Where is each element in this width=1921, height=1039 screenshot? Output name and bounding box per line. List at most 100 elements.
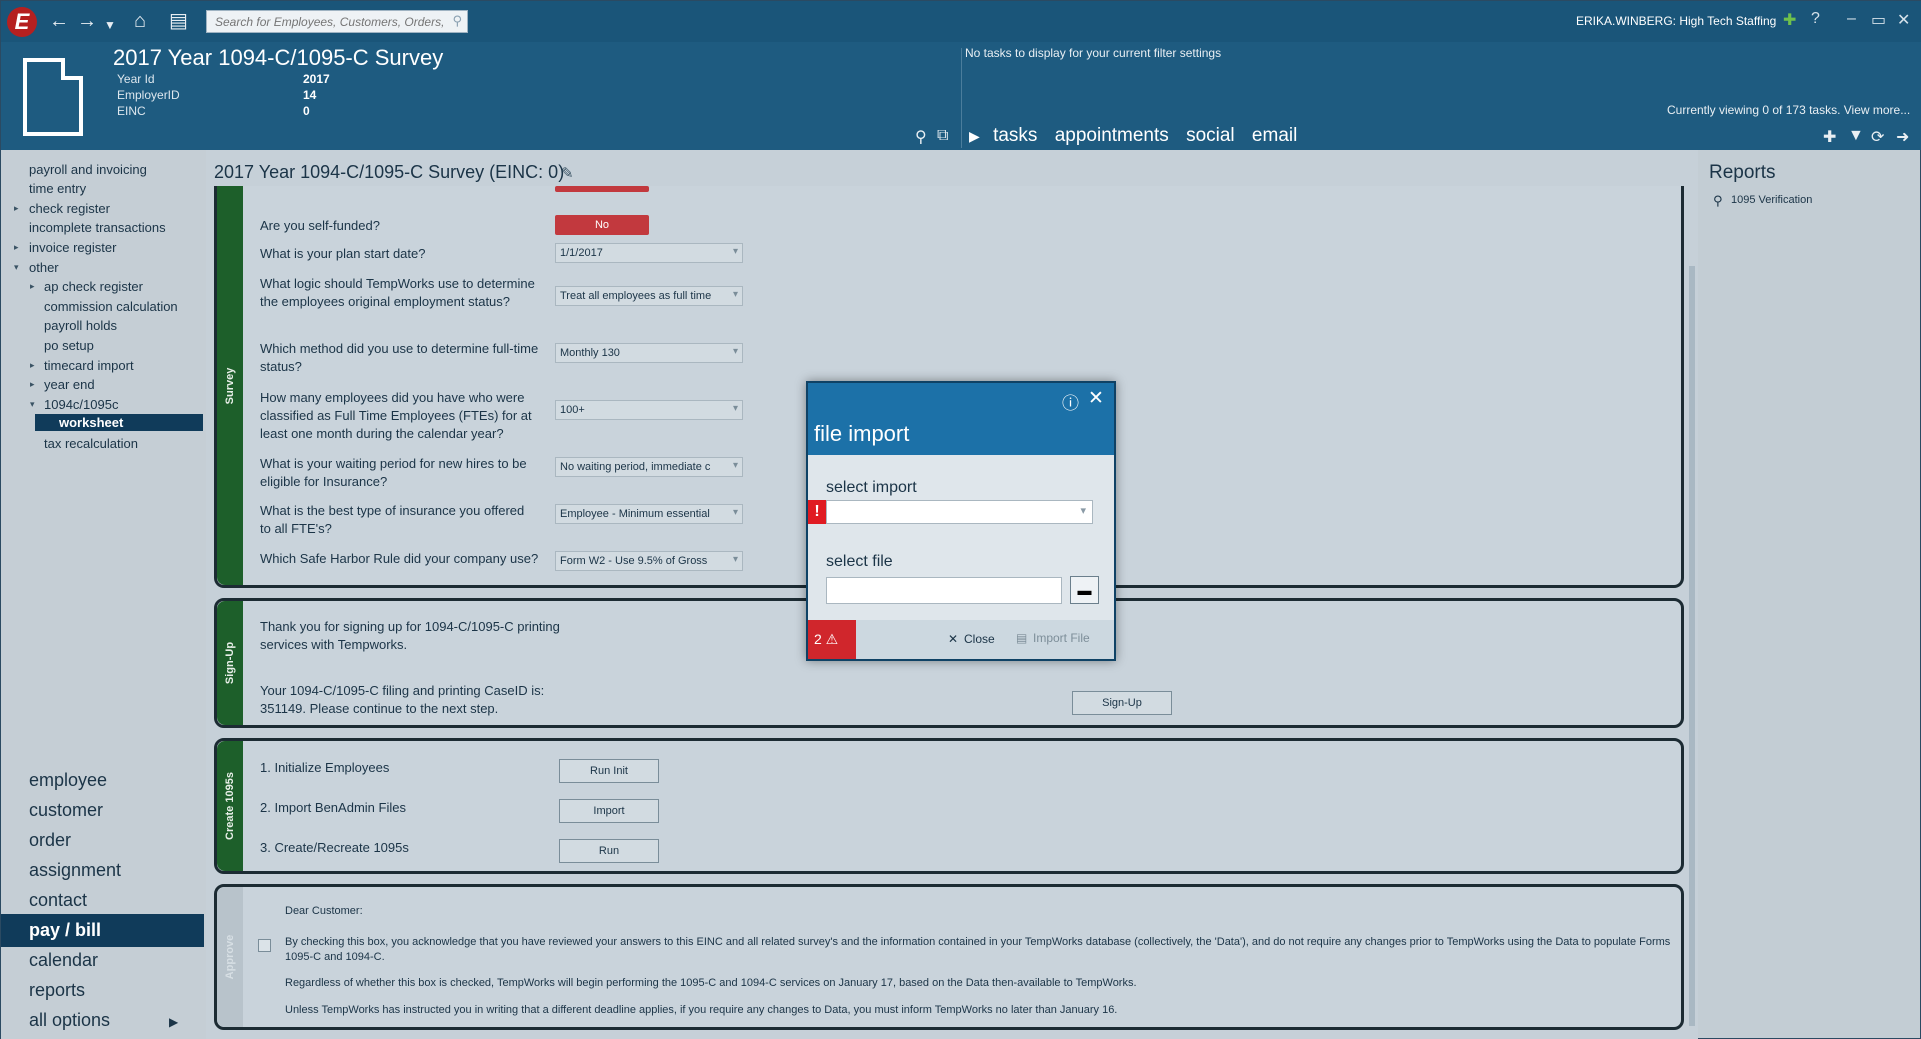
minimize-icon[interactable]: – xyxy=(1847,10,1856,28)
step-label: 3. Create/Recreate 1095s xyxy=(260,840,409,855)
signup-button[interactable]: Sign-Up xyxy=(1072,691,1172,715)
question: What logic should TempWorks use to deter… xyxy=(260,276,535,309)
main-nav-item[interactable]: order xyxy=(29,830,71,851)
page-title: 2017 Year 1094-C/1095-C Survey (EINC: 0) xyxy=(214,162,565,182)
tab-appointments[interactable]: appointments xyxy=(1055,125,1169,146)
back-arrow-icon[interactable]: ← xyxy=(49,9,69,33)
main-nav-item[interactable]: assignment xyxy=(29,860,121,881)
main-nav-item[interactable]: reports xyxy=(29,980,85,1001)
create-1095s-panel: Create 1095s 1. Initialize Employees Run… xyxy=(214,738,1684,874)
method-select[interactable]: Monthly 130 xyxy=(555,343,743,363)
save-icon: ▤ xyxy=(1016,631,1028,645)
collapse-icon[interactable]: ▾ xyxy=(14,262,19,273)
run-button[interactable]: Run xyxy=(559,839,659,863)
sidebar-item[interactable]: payroll and invoicing xyxy=(29,162,147,177)
signup-side-label: Sign-Up xyxy=(217,601,243,725)
home-icon[interactable]: ⌂ xyxy=(134,9,146,33)
status-logic-select[interactable]: Treat all employees as full time xyxy=(555,286,743,306)
select-file-label: select file xyxy=(826,553,893,570)
sidebar-item[interactable]: invoice register xyxy=(29,240,116,255)
help-icon[interactable]: ⓘ xyxy=(1062,389,1079,414)
save-icon[interactable]: ▤ xyxy=(169,9,188,33)
main-nav-item[interactable]: contact xyxy=(29,890,87,911)
expand-icon[interactable]: ▸ xyxy=(14,242,19,253)
sidebar-item[interactable]: time entry xyxy=(29,181,86,196)
app-logo[interactable]: E xyxy=(7,7,37,37)
sidebar-item[interactable]: po setup xyxy=(44,338,94,353)
restore-icon[interactable]: ▭ xyxy=(1871,10,1886,30)
refresh-icon[interactable]: ⟳ xyxy=(1871,127,1884,147)
plan-start-date-field[interactable]: 1/1/2017 xyxy=(555,243,743,263)
add-icon[interactable]: ✚ xyxy=(1783,10,1796,30)
main-nav-item[interactable]: all options xyxy=(29,1010,110,1031)
expand-icon[interactable]: ▸ xyxy=(30,360,35,371)
edit-icon[interactable]: ✎ xyxy=(561,164,574,182)
tab-social[interactable]: social xyxy=(1186,125,1235,146)
insurance-type-select[interactable]: Employee - Minimum essential xyxy=(555,504,743,524)
arrow-right-icon[interactable]: ➜ xyxy=(1896,127,1909,147)
sidebar-item[interactable]: payroll holds xyxy=(44,318,117,333)
sidebar-item[interactable]: other xyxy=(29,260,59,275)
reports-title: Reports xyxy=(1709,162,1776,183)
tab-tasks[interactable]: tasks xyxy=(993,125,1037,146)
expand-icon[interactable]: ▸ xyxy=(14,203,19,214)
main-nav-item[interactable]: employee xyxy=(29,770,107,791)
question: What is the best type of insurance you o… xyxy=(260,503,525,536)
import-file-button[interactable]: Import File xyxy=(1033,631,1090,645)
close-icon[interactable]: ✕ xyxy=(1088,387,1104,410)
sidebar-item[interactable]: year end xyxy=(44,377,95,392)
popout-icon[interactable]: ⧉ xyxy=(937,127,948,145)
field-value: 14 xyxy=(303,88,317,102)
main-nav-item-pay-bill[interactable]: pay / bill xyxy=(29,920,101,941)
file-path-input[interactable] xyxy=(826,577,1062,604)
pin-icon[interactable]: ⚲ xyxy=(915,127,927,147)
dialog-footer: 2 ⚠ ✕ Close ▤ Import File xyxy=(808,620,1114,659)
sidebar-item[interactable]: timecard import xyxy=(44,358,134,373)
close-x-icon[interactable]: ✕ xyxy=(948,632,958,646)
sidebar-item[interactable]: check register xyxy=(29,201,110,216)
safe-harbor-select[interactable]: Form W2 - Use 9.5% of Gross xyxy=(555,551,743,571)
ale-answer[interactable] xyxy=(555,186,649,192)
search-icon[interactable]: ⚲ xyxy=(452,13,462,29)
question: Which Safe Harbor Rule did your company … xyxy=(260,551,539,566)
field-label: EINC xyxy=(117,104,146,118)
global-search[interactable]: ⚲ xyxy=(206,10,468,33)
add-task-icon[interactable]: ✚ xyxy=(1823,127,1836,147)
services-text: Regardless of whether this box is checke… xyxy=(285,977,1137,989)
run-init-button[interactable]: Run Init xyxy=(559,759,659,783)
play-icon[interactable]: ▶ xyxy=(969,128,980,144)
history-dropdown-icon[interactable]: ▼ xyxy=(104,13,116,37)
fte-count-select[interactable]: 100+ xyxy=(555,400,743,420)
sidebar-item[interactable]: incomplete transactions xyxy=(29,220,166,235)
help-icon[interactable]: ? xyxy=(1811,10,1820,28)
scrollbar[interactable] xyxy=(1689,266,1695,1026)
warning-count[interactable]: 2 ⚠ xyxy=(808,620,856,659)
waiting-period-select[interactable]: No waiting period, immediate c xyxy=(555,457,743,477)
main-nav-item[interactable]: customer xyxy=(29,800,103,821)
sidebar-item-worksheet[interactable]: worksheet xyxy=(35,414,203,431)
self-funded-answer[interactable]: No xyxy=(555,215,649,235)
tab-email[interactable]: email xyxy=(1252,125,1297,146)
report-link[interactable]: 1095 Verification xyxy=(1731,194,1812,206)
forward-arrow-icon[interactable]: → xyxy=(77,9,97,33)
select-import-dropdown[interactable] xyxy=(826,500,1093,524)
file-import-dialog: ⓘ ✕ file import select import ! select f… xyxy=(806,381,1116,661)
expand-icon[interactable]: ▸ xyxy=(30,379,35,390)
expand-icon[interactable]: ▸ xyxy=(30,281,35,292)
chevron-right-icon[interactable]: ▶ xyxy=(169,1015,178,1029)
question: Are you self-funded? xyxy=(260,218,380,233)
close-window-icon[interactable]: ✕ xyxy=(1897,10,1910,30)
import-button[interactable]: Import xyxy=(559,799,659,823)
main-nav-item[interactable]: calendar xyxy=(29,950,98,971)
collapse-icon[interactable]: ▾ xyxy=(30,399,35,410)
sidebar-item[interactable]: ap check register xyxy=(44,279,143,294)
search-input[interactable] xyxy=(207,11,443,32)
browse-folder-icon[interactable]: ▬ xyxy=(1070,576,1099,604)
sidebar-item[interactable]: commission calculation xyxy=(44,299,178,314)
acknowledge-checkbox[interactable] xyxy=(258,939,271,952)
sidebar-item[interactable]: tax recalculation xyxy=(44,436,138,451)
task-count[interactable]: Currently viewing 0 of 173 tasks. View m… xyxy=(1667,103,1910,117)
filter-icon[interactable]: ▼ xyxy=(1848,127,1864,145)
sidebar-item[interactable]: 1094c/1095c xyxy=(44,397,118,412)
close-button[interactable]: Close xyxy=(964,632,995,646)
